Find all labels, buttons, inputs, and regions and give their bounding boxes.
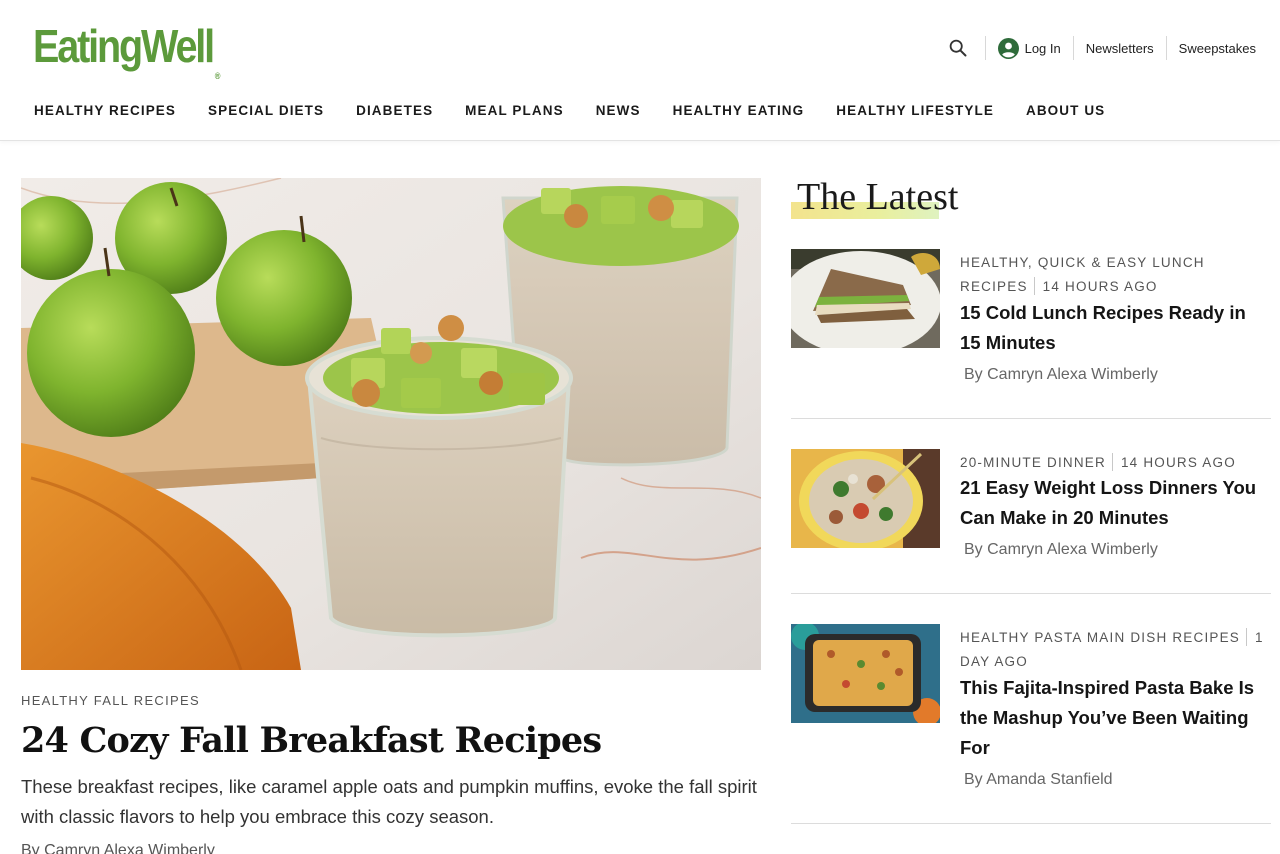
- user-circle-icon: [997, 37, 1019, 59]
- latest-article-card: 20-MINUTE DINNER 14 HOURS AGO 21 Easy Wei…: [791, 449, 1271, 594]
- meta-divider: [1111, 453, 1113, 471]
- utility-nav: Log In Newsletters Sweepstakes: [943, 34, 1256, 62]
- article-byline: By Amanda Stanfield: [964, 771, 1113, 788]
- search-icon: [949, 39, 967, 57]
- article-byline: By Camryn Alexa Wimberly: [964, 366, 1158, 383]
- article-byline: By Camryn Alexa Wimberly: [964, 541, 1158, 558]
- divider: [1165, 36, 1167, 60]
- login-label: Log In: [1024, 40, 1061, 56]
- hero-category-link[interactable]: HEALTHY FALL RECIPES: [21, 693, 200, 708]
- article-category-link[interactable]: 20-MINUTE DINNER: [960, 455, 1106, 470]
- nav-healthy-lifestyle[interactable]: HEALTHY LIFESTYLE: [836, 102, 994, 120]
- sweepstakes-link[interactable]: Sweepstakes: [1179, 41, 1256, 56]
- logo-text: EatingWell: [33, 20, 215, 72]
- nav-special-diets[interactable]: SPECIAL DIETS: [208, 102, 324, 120]
- site-header: EatingWell® Log In Newsletters Sweepstak…: [0, 0, 1280, 141]
- divider: [1072, 36, 1074, 60]
- article-time: 14 HOURS AGO: [1042, 279, 1158, 294]
- article-meta: HEALTHY, QUICK & EASY LUNCH RECIPES 14 HO…: [960, 251, 1265, 299]
- latest-article-card: HEALTHY PASTA MAIN DISH RECIPES 1 DAY AGO…: [791, 624, 1271, 824]
- sandwich-photo: [791, 249, 940, 348]
- logo-trademark: ®: [214, 71, 221, 81]
- nav-news[interactable]: NEWS: [596, 102, 641, 120]
- meta-divider: [1246, 628, 1248, 646]
- search-button[interactable]: [943, 34, 973, 62]
- nav-healthy-recipes[interactable]: HEALTHY RECIPES: [34, 102, 176, 120]
- nav-healthy-eating[interactable]: HEALTHY EATING: [673, 102, 805, 120]
- article-time: 14 HOURS AGO: [1120, 455, 1236, 470]
- latest-article-card: HEALTHY, QUICK & EASY LUNCH RECIPES 14 HO…: [791, 249, 1271, 419]
- article-meta: 20-MINUTE DINNER 14 HOURS AGO: [960, 451, 1265, 475]
- pasta-bake-photo: [791, 624, 940, 723]
- hero-photo-overnight-oats: [21, 178, 761, 670]
- article-title-link[interactable]: This Fajita-Inspired Pasta Bake Is the M…: [960, 673, 1270, 763]
- meta-divider: [1033, 277, 1035, 295]
- latest-heading: The Latest: [791, 172, 959, 222]
- newsletters-link[interactable]: Newsletters: [1086, 41, 1154, 56]
- nav-diabetes[interactable]: DIABETES: [356, 102, 433, 120]
- article-category-link[interactable]: HEALTHY PASTA MAIN DISH RECIPES: [960, 630, 1240, 645]
- nav-meal-plans[interactable]: MEAL PLANS: [465, 102, 564, 120]
- article-title-link[interactable]: 21 Easy Weight Loss Dinners You Can Make…: [960, 473, 1270, 533]
- article-thumbnail[interactable]: [791, 624, 940, 723]
- hero-image[interactable]: [21, 178, 761, 670]
- hero-byline: By Camryn Alexa Wimberly: [21, 842, 215, 854]
- divider: [984, 36, 986, 60]
- article-thumbnail[interactable]: [791, 249, 940, 348]
- hero-title-link[interactable]: 24 Cozy Fall Breakfast Recipes: [21, 718, 602, 764]
- article-title-link[interactable]: 15 Cold Lunch Recipes Ready in 15 Minute…: [960, 298, 1270, 358]
- eatingwell-logo[interactable]: EatingWell®: [33, 18, 220, 81]
- login-link[interactable]: Log In: [997, 37, 1061, 59]
- dinner-bowl-photo: [791, 449, 940, 548]
- article-thumbnail[interactable]: [791, 449, 940, 548]
- latest-heading-text: The Latest: [797, 176, 959, 218]
- hero-description: These breakfast recipes, like caramel ap…: [21, 776, 757, 827]
- main-nav: HEALTHY RECIPES SPECIAL DIETS DIABETES M…: [34, 102, 1137, 120]
- article-meta: HEALTHY PASTA MAIN DISH RECIPES 1 DAY AGO: [960, 626, 1265, 674]
- nav-about-us[interactable]: ABOUT US: [1026, 102, 1105, 120]
